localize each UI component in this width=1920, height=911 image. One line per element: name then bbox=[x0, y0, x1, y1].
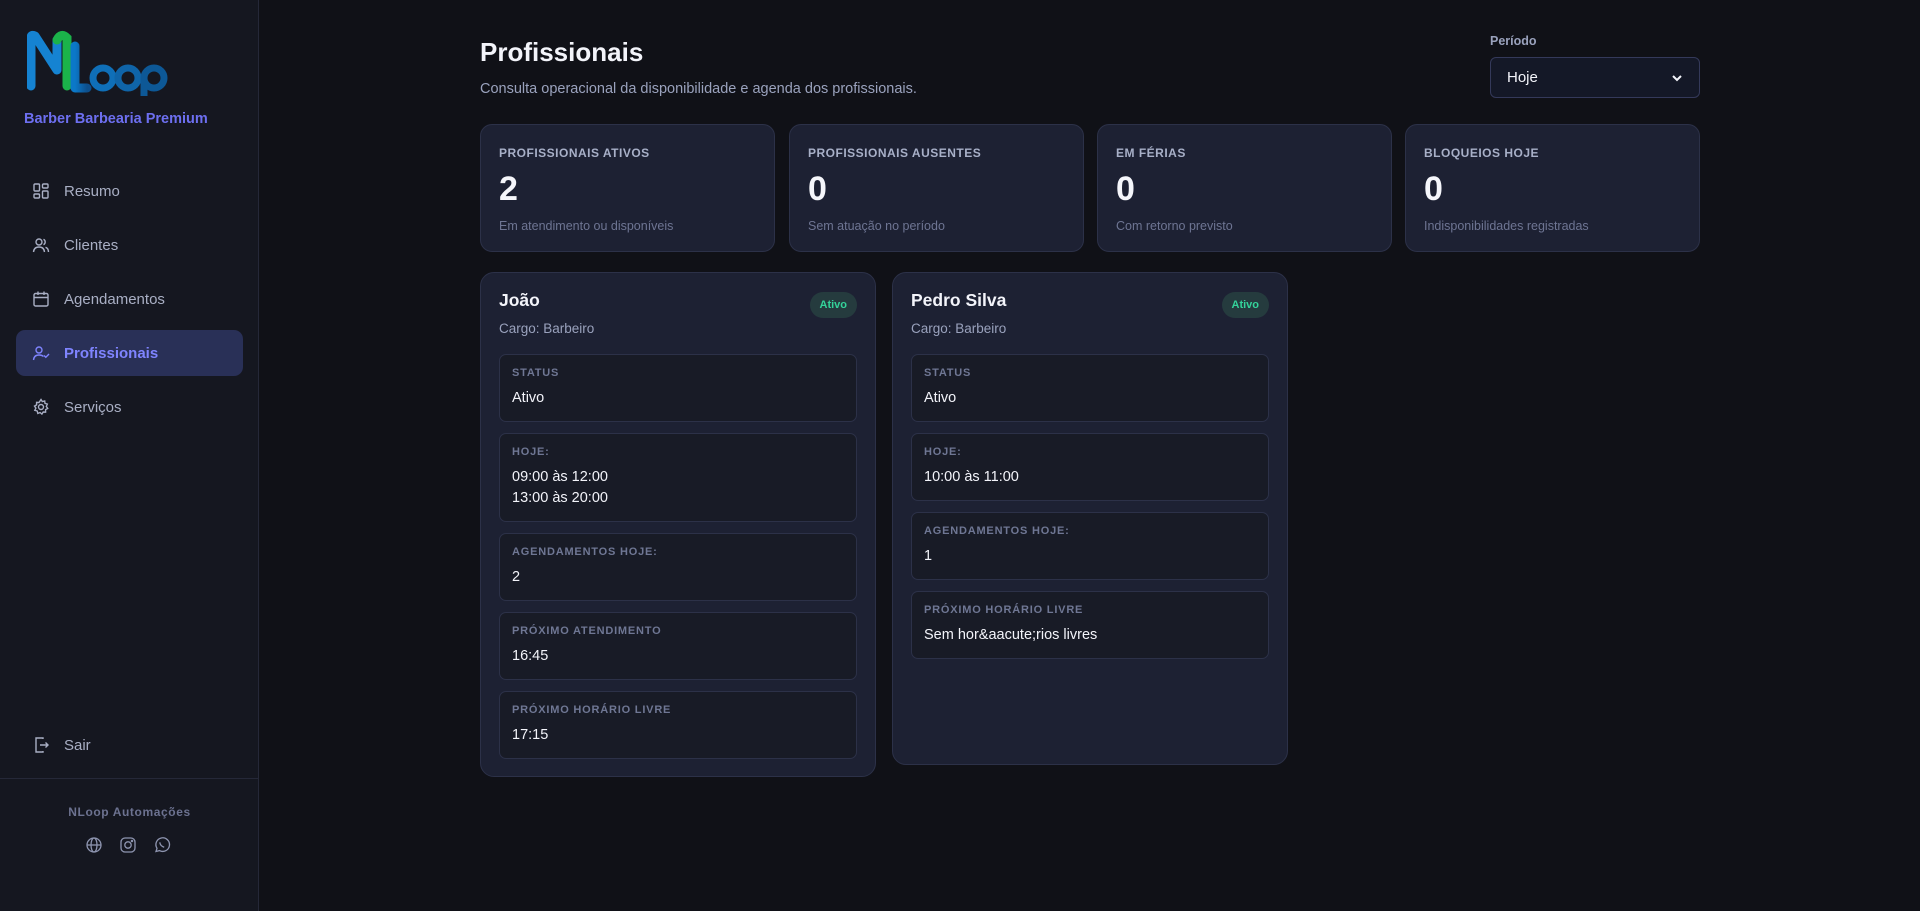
stat-hint: Indisponibilidades registradas bbox=[1424, 219, 1589, 233]
info-box-status: Status Ativo bbox=[911, 354, 1269, 422]
stat-value: 0 bbox=[808, 170, 827, 208]
period-selected-value: Hoje bbox=[1507, 69, 1538, 86]
period-select[interactable]: Hoje bbox=[1490, 57, 1700, 98]
page-subtitle: Consulta operacional da disponibilidade … bbox=[480, 81, 917, 97]
professional-card-pedro-silva: Pedro Silva Cargo: Barbeiro Ativo Status… bbox=[892, 272, 1288, 765]
sidebar-item-servicos[interactable]: Serviços bbox=[16, 384, 243, 430]
sidebar-item-label: Serviços bbox=[64, 398, 122, 416]
sidebar-item-label: Profissionais bbox=[64, 344, 159, 362]
globe-icon[interactable] bbox=[85, 836, 103, 859]
sidebar-item-label: Clientes bbox=[64, 236, 119, 254]
footer-brand: NLoop Automações bbox=[68, 805, 191, 819]
info-box-today: Hoje: 10:00 às 11:00 bbox=[911, 433, 1269, 501]
info-value: 16:45 bbox=[512, 648, 549, 664]
info-label: Agendamentos hoje: bbox=[512, 546, 658, 558]
professional-role: Cargo: Barbeiro bbox=[911, 321, 1007, 336]
stat-hint: Com retorno previsto bbox=[1116, 219, 1233, 233]
info-value: 17:15 bbox=[512, 727, 549, 743]
sidebar-item-resumo[interactable]: Resumo bbox=[16, 168, 243, 214]
logout-button[interactable]: Sair bbox=[16, 722, 243, 768]
info-label: Agendamentos hoje: bbox=[924, 525, 1070, 537]
period-label: Período bbox=[1490, 34, 1537, 48]
stat-card-active: Profissionais ativos 2 Em atendimento ou… bbox=[480, 124, 775, 252]
dashboard-icon bbox=[33, 183, 49, 199]
stat-label: Profissionais ausentes bbox=[808, 146, 982, 160]
info-label: Próximo atendimento bbox=[512, 625, 662, 637]
logout-label: Sair bbox=[64, 736, 91, 754]
sidebar-item-clientes[interactable]: Clientes bbox=[16, 222, 243, 268]
info-label: Próximo horário livre bbox=[924, 604, 1084, 616]
professional-name: João bbox=[499, 290, 540, 310]
logout-icon bbox=[35, 737, 49, 753]
tenant-name: Barber Barbearia Premium bbox=[24, 111, 208, 127]
sidebar-item-label: Agendamentos bbox=[64, 290, 165, 308]
gear-icon bbox=[33, 398, 49, 416]
info-box-next-free: Próximo horário livre Sem hor&aacute;rio… bbox=[911, 591, 1269, 659]
users-icon bbox=[32, 238, 50, 253]
info-label: Próximo horário livre bbox=[512, 704, 672, 716]
page-title: Profissionais bbox=[480, 37, 644, 67]
sidebar-divider bbox=[0, 778, 259, 779]
status-badge: Ativo bbox=[1221, 292, 1269, 318]
info-value: Ativo bbox=[512, 390, 545, 406]
info-box-next-free: Próximo horário livre 17:15 bbox=[499, 691, 857, 759]
info-label: Status bbox=[924, 367, 972, 379]
professional-card-joao: João Cargo: Barbeiro Ativo Status Ativo … bbox=[480, 272, 876, 777]
info-value: 2 bbox=[512, 569, 521, 585]
stat-value: 0 bbox=[1116, 170, 1135, 208]
professional-name: Pedro Silva bbox=[911, 290, 1007, 310]
stat-label: Bloqueios hoje bbox=[1424, 146, 1540, 160]
stat-label: Em férias bbox=[1116, 146, 1186, 160]
social-links bbox=[85, 836, 171, 859]
sidebar-item-agendamentos[interactable]: Agendamentos bbox=[16, 276, 243, 322]
chevron-down-icon bbox=[1672, 74, 1682, 81]
stat-value: 0 bbox=[1424, 170, 1443, 208]
nloop-logo[interactable] bbox=[27, 30, 182, 96]
stat-label: Profissionais ativos bbox=[499, 146, 650, 160]
info-value: Sem hor&aacute;rios livres bbox=[924, 627, 1098, 643]
info-label: Hoje: bbox=[924, 446, 962, 458]
info-box-appointments: Agendamentos hoje: 1 bbox=[911, 512, 1269, 580]
instagram-icon[interactable] bbox=[119, 836, 137, 859]
info-label: Hoje: bbox=[512, 446, 550, 458]
info-label: Status bbox=[512, 367, 560, 379]
info-value: 1 bbox=[924, 548, 933, 564]
info-box-status: Status Ativo bbox=[499, 354, 857, 422]
info-value: 10:00 às 11:00 bbox=[924, 469, 1019, 485]
info-value: Ativo bbox=[924, 390, 957, 406]
professional-role: Cargo: Barbeiro bbox=[499, 321, 595, 336]
stat-card-absent: Profissionais ausentes 0 Sem atuação no … bbox=[789, 124, 1084, 252]
sidebar-item-profissionais[interactable]: Profissionais bbox=[16, 330, 243, 376]
stat-hint: Em atendimento ou disponíveis bbox=[499, 219, 674, 233]
info-value: 09:00 às 12:00 13:00 às 20:00 bbox=[512, 469, 608, 506]
user-check-icon bbox=[32, 346, 50, 361]
stat-card-blocks: Bloqueios hoje 0 Indisponibilidades regi… bbox=[1405, 124, 1700, 252]
stat-value: 2 bbox=[499, 170, 518, 208]
sidebar-nav: Resumo Clientes Agendamentos Profissiona… bbox=[16, 168, 243, 438]
info-box-next-appointment: Próximo atendimento 16:45 bbox=[499, 612, 857, 680]
stat-card-vacation: Em férias 0 Com retorno previsto bbox=[1097, 124, 1392, 252]
sidebar-item-label: Resumo bbox=[64, 182, 120, 200]
whatsapp-icon[interactable] bbox=[153, 836, 171, 859]
status-badge: Ativo bbox=[809, 292, 857, 318]
info-box-appointments: Agendamentos hoje: 2 bbox=[499, 533, 857, 601]
stat-hint: Sem atuação no período bbox=[808, 219, 945, 233]
info-box-today: Hoje: 09:00 às 12:00 13:00 às 20:00 bbox=[499, 433, 857, 522]
sidebar: Barber Barbearia Premium Resumo Clientes… bbox=[0, 0, 259, 911]
calendar-icon bbox=[33, 291, 49, 307]
